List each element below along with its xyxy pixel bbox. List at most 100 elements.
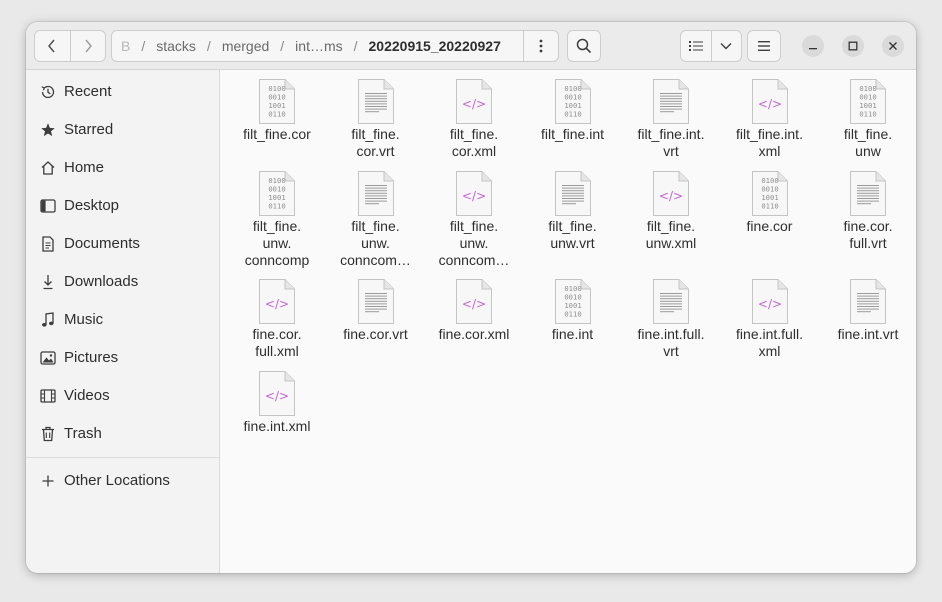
xml-file-icon: </> — [456, 279, 492, 324]
binary-file-icon: 0100001010010110 — [554, 279, 591, 324]
file-name: fine.cor. full.vrt — [819, 218, 916, 252]
binary-digits: 0110 — [564, 110, 581, 119]
file-name: filt_fine. unw.xml — [622, 218, 720, 252]
path-crumb-current[interactable]: 20220915_20220927 — [365, 38, 509, 54]
file-name: filt_fine. cor.xml — [425, 126, 523, 160]
file-name-line: xml — [758, 343, 781, 359]
file-name-line: unw. — [262, 235, 292, 251]
trash-icon — [39, 425, 56, 442]
file-name-line: fine.cor.xml — [438, 326, 510, 342]
file-name-line: cor.xml — [451, 143, 497, 159]
xml-tag-glyph: </> — [757, 297, 781, 311]
close-icon — [889, 42, 897, 50]
text-file-icon — [653, 79, 689, 124]
file-name-line: filt_fine.int — [540, 126, 605, 142]
file-name-line: full.vrt — [849, 235, 887, 251]
file-name: fine.int — [524, 326, 622, 343]
file-name: filt_fine. cor.vrt — [327, 126, 425, 160]
minimize-icon — [809, 48, 817, 50]
close-button[interactable] — [882, 35, 904, 57]
sidebar-item-other-locations[interactable]: Other Locations — [26, 462, 219, 498]
file-name-line: fine.cor — [746, 218, 793, 234]
header-bar: B / stacks / merged / int…ms / 20220915_… — [26, 22, 916, 70]
sidebar-item-downloads[interactable]: Downloads — [26, 263, 219, 299]
sidebar-item-home[interactable]: Home — [26, 149, 219, 185]
view-options-button[interactable] — [710, 31, 742, 61]
xml-tag-glyph: </> — [757, 97, 781, 111]
path-menu-button[interactable] — [523, 31, 558, 61]
minimize-button[interactable] — [802, 35, 824, 57]
sidebar-item-recent[interactable]: Recent — [26, 73, 219, 109]
xml-file-icon: </> — [751, 279, 788, 324]
path-crumb-merged[interactable]: merged — [218, 38, 273, 54]
file-name-line: conncomp — [244, 252, 310, 268]
chevron-right-icon — [85, 39, 92, 53]
file-name-line: conncom… — [438, 252, 510, 268]
file-name-line: filt_fine.cor — [243, 126, 311, 142]
file-name: filt_fine. unw.vrt — [524, 218, 622, 252]
clock-icon — [39, 83, 56, 100]
sidebar-item-label: Music — [64, 310, 104, 328]
xml-file-icon: </> — [751, 79, 788, 124]
maximize-button[interactable] — [842, 35, 864, 57]
file-name: fine.int.vrt — [819, 326, 916, 343]
file-name-line: fine.cor.vrt — [343, 326, 408, 342]
file-name-line: cor.vrt — [356, 143, 395, 159]
path-separator: / — [206, 38, 211, 54]
text-file-icon — [357, 171, 394, 216]
xml-tag-glyph: </> — [462, 297, 486, 311]
document-icon — [39, 235, 56, 252]
path-crumb-hidden[interactable]: B — [112, 38, 134, 54]
binary-digits: 0110 — [564, 310, 581, 319]
forward-button[interactable] — [69, 31, 106, 61]
sidebar-item-pictures[interactable]: Pictures — [26, 339, 219, 375]
file-name-line: vrt — [663, 143, 679, 159]
sidebar-item-starred[interactable]: Starred — [26, 111, 219, 147]
sidebar-divider — [26, 457, 219, 458]
sidebar-item-trash[interactable]: Trash — [26, 415, 219, 451]
binary-digits: 0110 — [761, 202, 778, 211]
download-icon — [39, 273, 56, 290]
file-name-line: fine.cor. — [843, 218, 893, 234]
file-grid: 0100 0010 1001 0110 filt_fine.cor filt_fine. c… — [220, 70, 916, 573]
sidebar-item-label: Recent — [64, 82, 112, 100]
file-name: fine.cor.vrt — [327, 326, 425, 343]
search-icon — [576, 38, 592, 54]
path-crumb-stacks[interactable]: stacks — [152, 38, 200, 54]
file-name: filt_fine. unw. conncom… — [425, 218, 523, 269]
view-switcher — [680, 30, 742, 62]
star-icon — [39, 121, 56, 138]
plus-icon — [39, 472, 56, 489]
sidebar-item-label: Home — [64, 158, 105, 176]
file-name-line: filt_fine.int. — [736, 126, 803, 142]
xml-file-icon: </> — [456, 171, 492, 216]
search-button[interactable] — [567, 30, 601, 62]
sidebar-item-label: Trash — [64, 424, 102, 442]
main-menu-button[interactable] — [747, 30, 781, 62]
path-crumb-interferograms[interactable]: int…ms — [291, 38, 346, 54]
sidebar-item-desktop[interactable]: Desktop — [26, 187, 219, 223]
sidebar-item-label: Documents — [64, 234, 140, 252]
home-icon — [39, 159, 56, 176]
file-name-line: fine.int.xml — [243, 418, 311, 434]
xml-tag-glyph: </> — [462, 189, 486, 203]
file-name: fine.int.xml — [228, 418, 326, 435]
file-name-line: unw. — [361, 235, 390, 251]
sidebar-item-label: Pictures — [64, 348, 119, 366]
xml-file-icon: </> — [259, 371, 295, 416]
sidebar-item-music[interactable]: Music — [26, 301, 219, 337]
list-view-button[interactable] — [681, 31, 711, 61]
sidebar: Recent Starred Home Desktop Documents Do… — [26, 70, 220, 573]
sidebar-item-videos[interactable]: Videos — [26, 377, 219, 413]
file-name-line: filt_fine. — [252, 218, 302, 234]
file-name: fine.cor — [721, 218, 819, 235]
file-name-line: fine.int.full. — [637, 326, 705, 342]
path-separator: / — [280, 38, 285, 54]
navigation-buttons — [34, 30, 106, 62]
file-name-line: fine.cor. — [252, 326, 302, 342]
file-name-line: conncom… — [340, 252, 411, 268]
back-button[interactable] — [35, 31, 70, 61]
file-name-line: filt_fine.int. — [637, 126, 705, 142]
sidebar-item-documents[interactable]: Documents — [26, 225, 219, 261]
text-file-icon — [850, 279, 886, 324]
